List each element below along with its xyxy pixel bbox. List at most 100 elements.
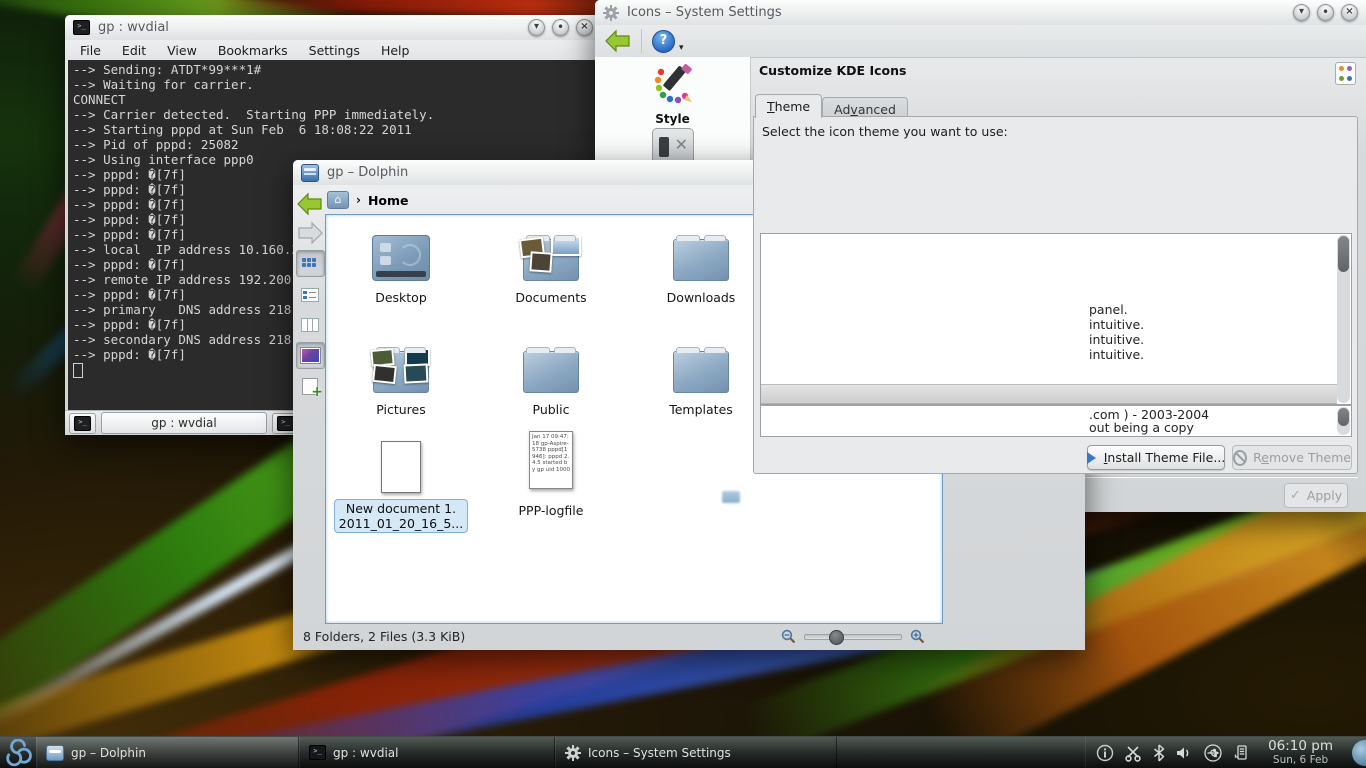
klipper-scissors-icon[interactable]: [1124, 744, 1143, 762]
printer-icon[interactable]: [1233, 744, 1251, 762]
breadcrumb: › Home: [327, 187, 409, 213]
icons-view-button[interactable]: [296, 250, 325, 277]
digital-clock[interactable]: 06:10 pm Sun, 6 Feb: [1261, 737, 1340, 768]
zoom-slider-handle[interactable]: [829, 630, 844, 645]
taskbar-empty-area: [837, 737, 1085, 768]
terminal-cursor: [73, 363, 83, 378]
bluetooth-icon[interactable]: [1153, 744, 1165, 762]
list-scrollbar[interactable]: [1337, 235, 1350, 403]
folder-item-desktop[interactable]: Desktop: [326, 223, 476, 305]
import-arrow-icon: [1087, 452, 1102, 464]
maximize-button[interactable]: [1317, 4, 1334, 21]
home-folder-icon[interactable]: [327, 191, 349, 209]
info-icon[interactable]: [1096, 744, 1114, 762]
back-arrow-icon[interactable]: [297, 192, 323, 216]
folder-icon: [673, 351, 729, 393]
terminal-icon: [277, 416, 294, 431]
close-button[interactable]: [576, 19, 593, 36]
file-item-new-document[interactable]: New document 1. 2011_01_20_16_5...: [326, 431, 476, 533]
theme-tabs: Theme Advanced: [755, 94, 908, 118]
app-launcher-button[interactable]: [0, 737, 36, 768]
icon-theme-list[interactable]: panel. intuitive. intuitive. intuitive.: [760, 233, 1352, 405]
terminal-icon: [73, 20, 90, 35]
new-tab-button[interactable]: [69, 413, 96, 434]
tab-advanced[interactable]: Advanced: [822, 97, 908, 118]
system-settings-titlebar[interactable]: Icons – System Settings: [595, 0, 1366, 25]
description-scrollbar[interactable]: [1337, 407, 1350, 435]
text-file-preview-icon: Jan 17 09:47:18 gp-Aspire-5738 pppd[1946…: [529, 431, 573, 489]
help-icon[interactable]: [652, 30, 675, 53]
page-title: Customize KDE Icons: [759, 63, 906, 78]
terminal-titlebar[interactable]: gp : wvdial: [65, 15, 601, 40]
volume-icon[interactable]: [1175, 745, 1193, 761]
sidebar-item-style[interactable]: Style: [595, 62, 750, 126]
select-theme-label: Select the icon theme you want to use:: [762, 124, 1008, 139]
selected-theme-row[interactable]: [761, 384, 1337, 404]
minimize-button[interactable]: [528, 19, 545, 36]
file-item-ppp-logfile[interactable]: Jan 17 09:47:18 gp-Aspire-5738 pppd[1946…: [476, 431, 626, 518]
maximize-button[interactable]: [552, 19, 569, 36]
close-button[interactable]: [1341, 4, 1358, 21]
distro-logo-icon: [3, 739, 33, 767]
style-pencil-icon: [651, 62, 695, 106]
columns-view-button[interactable]: [297, 312, 324, 337]
thumbnail-artifact: [722, 491, 740, 503]
checkmark-icon: [1290, 488, 1301, 503]
breadcrumb-separator: ›: [356, 193, 361, 207]
desktop-folder-icon: [372, 235, 430, 281]
terminal-tab[interactable]: gp : wvdial: [101, 412, 267, 434]
task-dolphin[interactable]: gp – Dolphin: [36, 737, 299, 768]
forward-arrow-icon[interactable]: [297, 221, 323, 245]
menu-settings[interactable]: Settings: [309, 43, 360, 58]
gear-icon: [603, 5, 619, 21]
chevron-down-icon[interactable]: [679, 43, 684, 53]
task-system-settings[interactable]: Icons – System Settings: [555, 737, 837, 768]
tab-theme[interactable]: Theme: [755, 94, 822, 118]
remove-theme-button[interactable]: Remove Theme: [1232, 445, 1352, 470]
terminal-tab-label: gp : wvdial: [151, 416, 216, 430]
panel-toolbox-cashew[interactable]: [1340, 737, 1366, 768]
back-arrow-icon[interactable]: [605, 29, 631, 53]
folder-item-pictures[interactable]: Pictures: [326, 335, 476, 417]
add-tab-icon: [302, 378, 318, 395]
menu-bookmarks[interactable]: Bookmarks: [218, 43, 288, 58]
preview-toggle-button[interactable]: [296, 342, 325, 369]
folder-icon: [523, 351, 579, 393]
menu-help[interactable]: Help: [381, 43, 410, 58]
folder-item-documents[interactable]: Documents: [476, 223, 626, 305]
system-settings-toolbar: [595, 25, 1366, 58]
terminal-line: CONNECT: [73, 92, 593, 107]
device-notifier-usb-icon[interactable]: [1203, 744, 1223, 762]
details-view-button[interactable]: [297, 282, 324, 307]
zoom-slider[interactable]: [804, 634, 902, 640]
dolphin-toolbar: [295, 192, 325, 399]
cashew-icon: [1352, 740, 1366, 766]
menu-view[interactable]: View: [167, 43, 197, 58]
install-theme-button[interactable]: Install Theme File...: [1087, 445, 1225, 470]
scrollbar-thumb[interactable]: [1338, 408, 1349, 426]
documents-folder-icon: [523, 239, 579, 281]
terminal-line: --> Sending: ATDT*99***1#: [73, 62, 593, 77]
terminal-line: --> Carrier detected. Starting PPP immed…: [73, 107, 593, 122]
folder-item-public[interactable]: Public: [476, 335, 626, 417]
preview-icon: [301, 348, 320, 363]
terminal-window-title: gp : wvdial: [98, 20, 169, 35]
system-tray: [1085, 737, 1261, 768]
scrollbar-thumb[interactable]: [1338, 236, 1349, 272]
zoom-in-icon[interactable]: [910, 629, 925, 644]
system-settings-title: Icons – System Settings: [627, 5, 782, 20]
terminal-menubar: File Edit View Bookmarks Settings Help: [65, 40, 601, 60]
zoom-out-icon[interactable]: [781, 629, 796, 644]
split-view-button[interactable]: [297, 374, 324, 399]
theme-description-fragment: intuitive.: [1089, 332, 1144, 347]
breadcrumb-home[interactable]: Home: [368, 193, 409, 208]
menu-edit[interactable]: Edit: [122, 43, 146, 58]
theme-description-fragment: intuitive.: [1089, 347, 1144, 362]
icon-grid-preview-icon: [1335, 62, 1356, 85]
menu-file[interactable]: File: [80, 43, 101, 58]
apply-button[interactable]: Apply: [1284, 483, 1348, 508]
theme-description-box: .com ) - 2003-2004 out being a copy: [760, 405, 1352, 437]
task-wvdial[interactable]: gp : wvdial: [299, 737, 555, 768]
columns-view-icon: [301, 318, 319, 332]
minimize-button[interactable]: [1293, 4, 1310, 21]
